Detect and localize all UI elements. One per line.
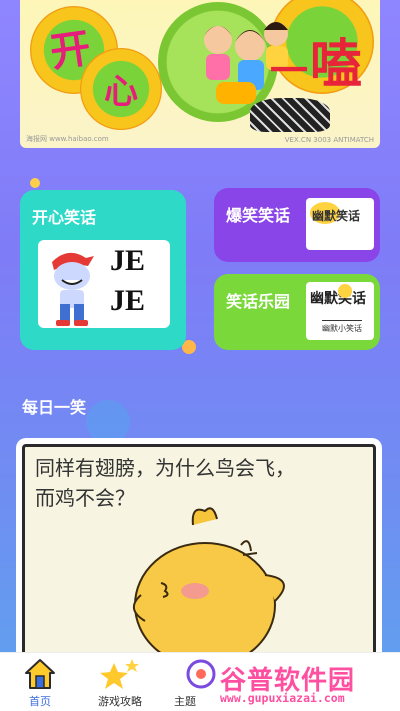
je-text-bottom: JE (110, 284, 146, 317)
comic-text-line-1: 同样有翅膀，为什么鸟会飞， (35, 456, 295, 480)
card-joke-park-thumb-subtext: 幽默小笑话 (322, 320, 362, 334)
tab-home-label: 首页 (29, 695, 51, 708)
card-joke-park-thumb: 幽默笑话 幽默小笑话 (306, 282, 374, 340)
tab-game-guide[interactable]: 游戏攻略 (80, 653, 160, 711)
banner-char-xin: 心 (104, 72, 138, 112)
card-joke-park[interactable]: 笑话乐园 幽默笑话 幽默小笑话 (214, 274, 380, 350)
home-icon (25, 659, 55, 689)
card-happy-jokes-label: 开心笑话 (32, 208, 97, 227)
card-funny-jokes[interactable]: 爆笑笑话 幽默笑话 (214, 188, 380, 262)
daily-laugh-title: 每日一笑 (22, 398, 87, 417)
comic-panel: 同样有翅膀，为什么鸟会飞， 而鸡不会？ (22, 444, 376, 668)
daily-comic-card[interactable]: 同样有翅膀，为什么鸟会飞， 而鸡不会？ (16, 438, 382, 668)
banner-watermark-right: VEX.CN 3003 ANTIMATCH (284, 136, 374, 144)
card-funny-jokes-thumb-text: 幽默笑话 (312, 209, 361, 223)
tab-home[interactable]: 首页 (0, 653, 80, 711)
sunflower-seeds (250, 98, 330, 132)
banner-char-kai: 开 (47, 25, 94, 77)
tab-game-guide-label: 游戏攻略 (98, 695, 142, 708)
card-happy-jokes[interactable]: 开心笑话 JE JE (20, 190, 186, 350)
site-watermark-url: www.gupuxiazai.com (220, 691, 345, 705)
chick-illustration (133, 507, 285, 665)
decor-dot (30, 178, 40, 188)
card-happy-jokes-image: JE JE (38, 240, 170, 328)
site-watermark: 谷普软件园 www.gupuxiazai.com (220, 660, 396, 708)
banner-char-ke: 嗑 (310, 35, 363, 95)
je-text-top: JE (110, 244, 146, 277)
banner-image[interactable]: 开 心 一 嗑 海报网 www.haibao.com VEX.CN 3003 A… (20, 0, 380, 148)
banner-watermark-left: 海报网 www.haibao.com (26, 135, 109, 143)
card-funny-jokes-thumb: 幽默笑话 (306, 198, 374, 250)
card-funny-jokes-label: 爆笑笑话 (226, 206, 291, 225)
cartoon-character-icon (52, 252, 94, 326)
theme-icon (186, 659, 216, 689)
comic-text: 同样有翅膀，为什么鸟会飞， 而鸡不会？ (35, 453, 365, 513)
card-joke-park-label: 笑话乐园 (226, 292, 291, 311)
smiley-face-icon (338, 284, 352, 298)
stars-icon (100, 659, 139, 689)
banner-char-yi: 一 (270, 49, 309, 93)
